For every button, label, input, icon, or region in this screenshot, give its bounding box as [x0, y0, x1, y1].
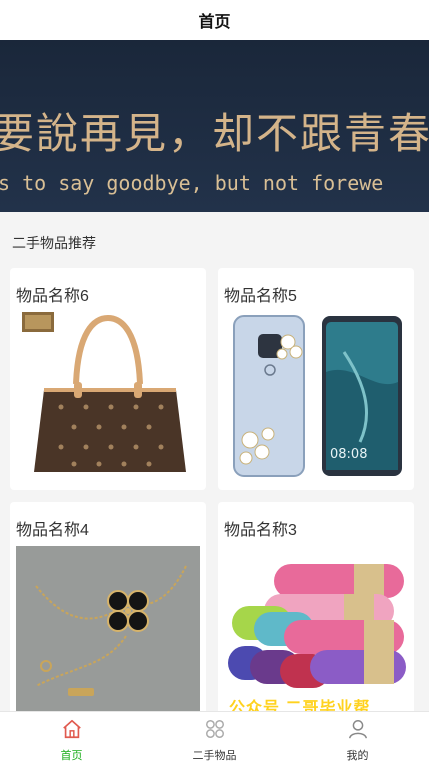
- tab-bar: 首页 二手物品 我的: [0, 711, 429, 763]
- page-title: 首页: [198, 14, 231, 31]
- grid-icon: [205, 720, 224, 738]
- item-image-yoga-mats: [224, 546, 408, 716]
- tab-mine[interactable]: 我的: [286, 712, 429, 763]
- item-name: 物品名称4: [16, 522, 89, 539]
- item-name: 物品名称6: [16, 288, 89, 305]
- item-image-necklace: [16, 546, 200, 716]
- tab-label: 首页: [60, 750, 83, 762]
- home-icon: [62, 719, 81, 739]
- item-card[interactable]: 物品名称3: [218, 502, 414, 722]
- item-card[interactable]: 物品名称4: [10, 502, 206, 722]
- navigation-bar: 首页: [0, 0, 429, 40]
- item-image-handbag: [16, 312, 200, 482]
- item-card[interactable]: 物品名称5 08:08: [218, 268, 414, 490]
- item-name: 物品名称5: [224, 288, 297, 305]
- item-name: 物品名称3: [224, 522, 297, 539]
- tab-home[interactable]: 首页: [0, 712, 143, 763]
- section-title: 二手物品推荐: [12, 235, 96, 251]
- banner-headline: 要說再見，却不跟青春: [0, 109, 429, 158]
- svg-text:08:08: 08:08: [330, 447, 367, 462]
- tab-label: 我的: [346, 750, 369, 762]
- item-image-phone: 08:08: [224, 312, 408, 482]
- user-icon: [348, 720, 367, 739]
- banner-carousel[interactable]: 要說再見，却不跟青春 s to say goodbye, but not for…: [0, 40, 429, 212]
- banner-subline: s to say goodbye, but not forewe: [0, 171, 383, 195]
- tab-label: 二手物品: [192, 750, 237, 762]
- tab-items[interactable]: 二手物品: [143, 712, 286, 763]
- item-card[interactable]: 物品名称6: [10, 268, 206, 490]
- banner-image: 要說再見，却不跟青春 s to say goodbye, but not for…: [0, 40, 429, 212]
